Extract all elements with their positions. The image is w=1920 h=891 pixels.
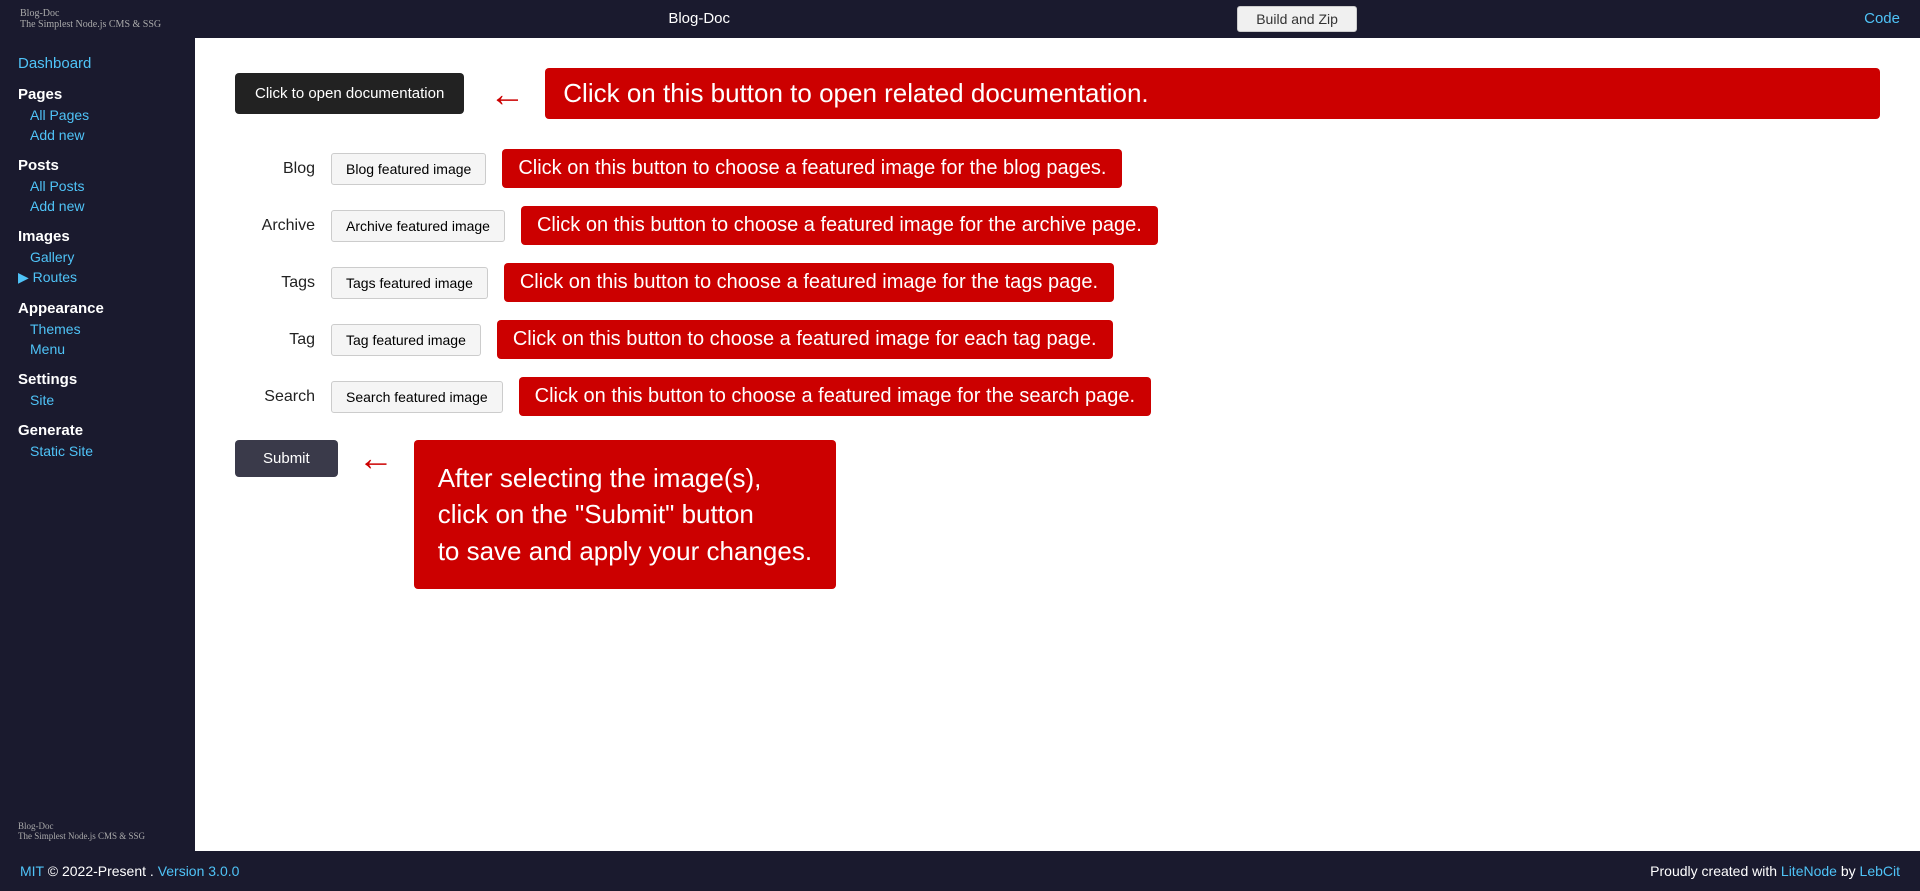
submit-tooltip-text: After selecting the image(s), click on t… <box>414 440 836 589</box>
sidebar-item-all-pages[interactable]: All Pages <box>18 105 195 125</box>
tag-label: Tag <box>235 331 315 349</box>
tags-label: Tags <box>235 274 315 292</box>
sidebar-item-all-posts[interactable]: All Posts <box>18 176 195 196</box>
archive-label: Archive <box>235 217 315 235</box>
lebcit-link[interactable]: LebCit <box>1860 863 1900 879</box>
footer-left: MIT © 2022-Present . Version 3.0.0 <box>20 863 239 879</box>
submit-tooltip-line2: click on the "Submit" button <box>438 499 754 529</box>
submit-tooltip-line1: After selecting the image(s), <box>438 463 762 493</box>
tag-tooltip: Click on this button to choose a feature… <box>497 320 1113 359</box>
search-featured-image-button[interactable]: Search featured image <box>331 381 503 413</box>
search-image-row: Search Search featured image Click on th… <box>235 377 1880 416</box>
top-nav-center-link[interactable]: Blog-Doc <box>668 10 730 28</box>
submit-arrow-icon: ← <box>358 440 394 476</box>
sidebar-item-static-site[interactable]: Static Site <box>18 441 195 461</box>
code-link-area[interactable]: Code <box>1864 10 1900 28</box>
submit-tooltip-line3: to save and apply your changes. <box>438 536 812 566</box>
build-zip-area: Build and Zip <box>1237 6 1357 32</box>
tags-image-row: Tags Tags featured image Click on this b… <box>235 263 1880 302</box>
code-link[interactable]: Code <box>1864 10 1900 27</box>
submit-row: Submit ← After selecting the image(s), c… <box>235 440 1880 589</box>
sidebar-item-menu[interactable]: Menu <box>18 339 195 359</box>
archive-image-row: Archive Archive featured image Click on … <box>235 206 1880 245</box>
sidebar-item-add-new-posts[interactable]: Add new <box>18 196 195 216</box>
blog-label: Blog <box>235 160 315 178</box>
footer-by: by <box>1841 863 1856 879</box>
top-logo-text: Blog-Doc <box>20 8 161 19</box>
sidebar-section-generate: Generate <box>18 422 195 439</box>
sidebar-nav-area: Dashboard Pages All Pages Add new Posts … <box>18 53 195 461</box>
tag-featured-image-button[interactable]: Tag featured image <box>331 324 481 356</box>
open-documentation-button[interactable]: Click to open documentation <box>235 73 464 114</box>
main-layout: Dashboard Pages All Pages Add new Posts … <box>0 38 1920 851</box>
sidebar-navigation: Dashboard Pages All Pages Add new Posts … <box>18 53 195 461</box>
sidebar-item-gallery[interactable]: Gallery <box>18 247 195 267</box>
sidebar-footer-logo-sub: The Simplest Node.js CMS & SSG <box>18 831 195 841</box>
sidebar-footer-logo: Blog-Doc The Simplest Node.js CMS & SSG <box>18 821 195 841</box>
main-content-area: Click to open documentation ← Click on t… <box>195 38 1920 851</box>
blog-tooltip: Click on this button to choose a feature… <box>502 149 1122 188</box>
sidebar-section-pages: Pages <box>18 86 195 103</box>
top-logo: Blog-Doc The Simplest Node.js CMS & SSG <box>20 8 161 30</box>
footer-right: Proudly created with LiteNode by LebCit <box>1650 863 1900 879</box>
sidebar-section-appearance: Appearance <box>18 300 195 317</box>
blog-image-row: Blog Blog featured image Click on this b… <box>235 149 1880 188</box>
mit-link[interactable]: MIT <box>20 863 44 879</box>
sidebar-section-settings: Settings <box>18 371 195 388</box>
archive-featured-image-button[interactable]: Archive featured image <box>331 210 505 242</box>
blog-doc-link[interactable]: Blog-Doc <box>668 10 730 27</box>
tags-tooltip: Click on this button to choose a feature… <box>504 263 1114 302</box>
tags-featured-image-button[interactable]: Tags featured image <box>331 267 488 299</box>
doc-button-row: Click to open documentation ← Click on t… <box>235 68 1880 119</box>
blog-featured-image-button[interactable]: Blog featured image <box>331 153 486 185</box>
sidebar-section-images: Images <box>18 228 195 245</box>
sidebar-item-themes[interactable]: Themes <box>18 319 195 339</box>
sidebar-item-site[interactable]: Site <box>18 390 195 410</box>
version-link[interactable]: Version 3.0.0 <box>158 863 240 879</box>
search-label: Search <box>235 388 315 406</box>
top-logo-sub: The Simplest Node.js CMS & SSG <box>20 19 161 30</box>
doc-tooltip-text: Click on this button to open related doc… <box>545 68 1880 119</box>
sidebar-section-posts: Posts <box>18 157 195 174</box>
tag-image-row: Tag Tag featured image Click on this but… <box>235 320 1880 359</box>
sidebar-item-routes[interactable]: ▶ Routes <box>18 267 195 288</box>
sidebar-item-add-new-pages[interactable]: Add new <box>18 125 195 145</box>
submit-button[interactable]: Submit <box>235 440 338 477</box>
doc-arrow-icon: ← <box>489 76 525 112</box>
sidebar: Dashboard Pages All Pages Add new Posts … <box>0 38 195 851</box>
footer-proudly: Proudly created with <box>1650 863 1777 879</box>
footer: MIT © 2022-Present . Version 3.0.0 Proud… <box>0 851 1920 891</box>
build-zip-button[interactable]: Build and Zip <box>1237 6 1357 32</box>
sidebar-item-dashboard[interactable]: Dashboard <box>18 53 195 74</box>
litenode-link[interactable]: LiteNode <box>1781 863 1837 879</box>
top-navbar: Blog-Doc The Simplest Node.js CMS & SSG … <box>0 0 1920 38</box>
footer-copyright: © 2022-Present . <box>48 863 154 879</box>
archive-tooltip: Click on this button to choose a feature… <box>521 206 1158 245</box>
search-tooltip: Click on this button to choose a feature… <box>519 377 1151 416</box>
sidebar-footer-logo-text: Blog-Doc <box>18 821 195 831</box>
